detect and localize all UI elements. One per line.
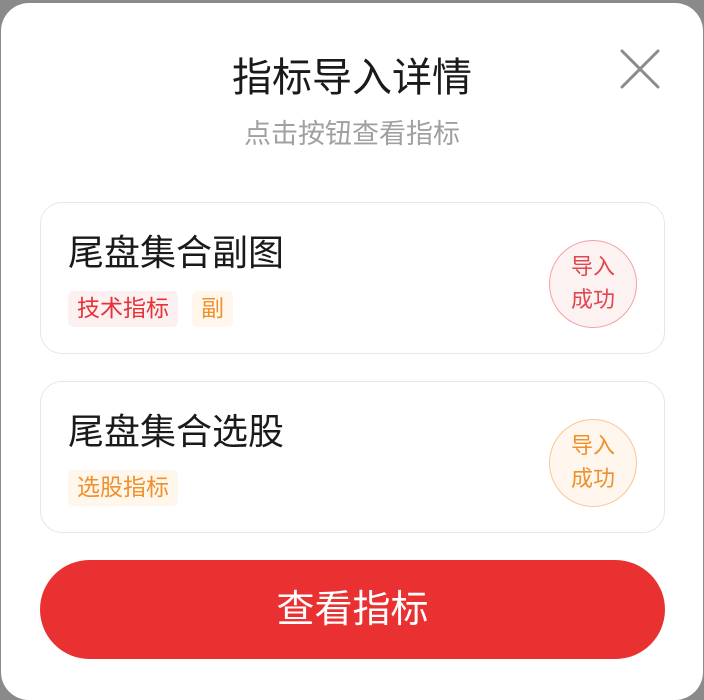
close-icon bbox=[620, 49, 660, 89]
badge-line-1: 导入 bbox=[570, 434, 615, 459]
import-success-badge: 导入 成功 bbox=[549, 419, 637, 507]
dialog-title: 指标导入详情 bbox=[232, 55, 472, 101]
view-indicators-button[interactable]: 查看指标 bbox=[40, 560, 665, 659]
badge-line-1: 导入 bbox=[570, 255, 615, 280]
indicator-card-xuangu[interactable]: 尾盘集合选股 选股指标 导入 成功 bbox=[40, 381, 665, 533]
import-success-badge: 导入 成功 bbox=[549, 240, 637, 328]
indicator-name: 尾盘集合选股 bbox=[68, 412, 285, 453]
close-button[interactable] bbox=[618, 47, 662, 91]
tag-stock-selection-indicator: 选股指标 bbox=[68, 470, 178, 506]
indicator-name: 尾盘集合副图 bbox=[68, 233, 285, 274]
indicator-tags: 技术指标 副 bbox=[68, 291, 233, 327]
tag-sub-chart: 副 bbox=[192, 291, 233, 327]
indicator-card-fututu[interactable]: 尾盘集合副图 技术指标 副 导入 成功 bbox=[40, 202, 665, 354]
badge-line-2: 成功 bbox=[570, 467, 615, 492]
indicator-tags: 选股指标 bbox=[68, 470, 178, 506]
badge-line-2: 成功 bbox=[570, 288, 615, 313]
tag-technical-indicator: 技术指标 bbox=[68, 291, 178, 327]
dialog-subtitle: 点击按钮查看指标 bbox=[244, 119, 460, 150]
import-detail-dialog: 指标导入详情 点击按钮查看指标 尾盘集合副图 技术指标 副 导入 成功 尾盘集合… bbox=[1, 3, 703, 700]
